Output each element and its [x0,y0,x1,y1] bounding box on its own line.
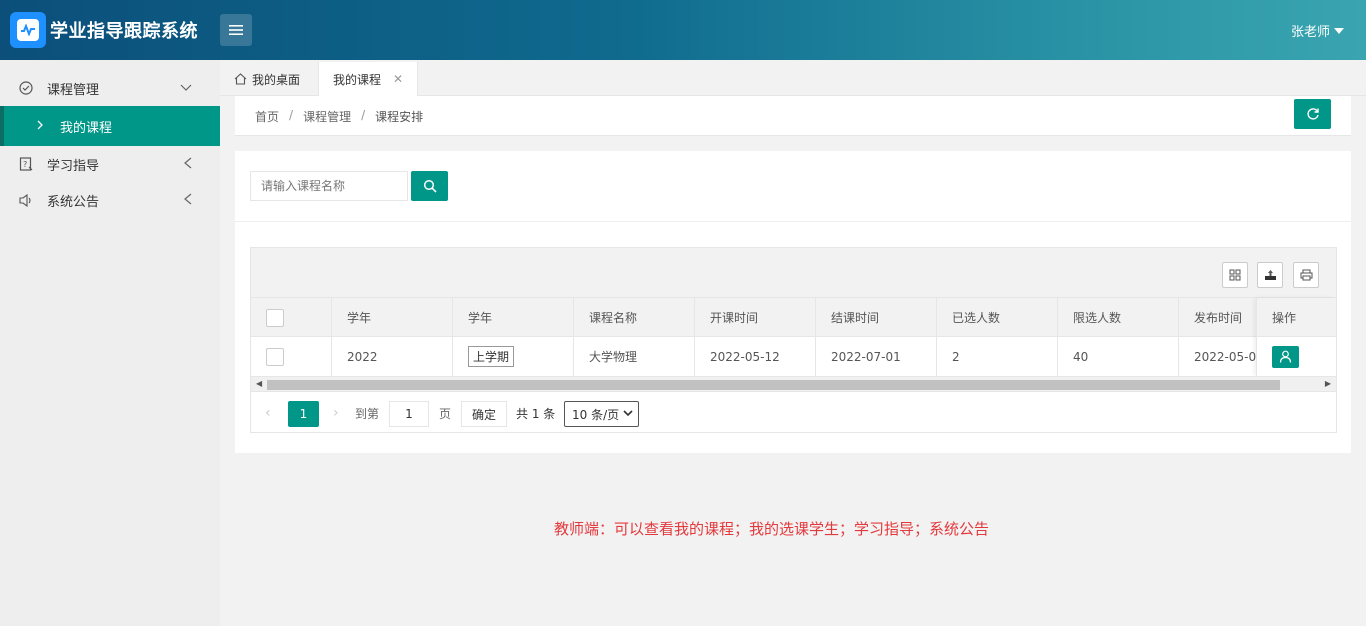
print-button[interactable] [1293,262,1319,288]
view-students-button[interactable] [1272,345,1299,368]
tab-label: 我的课程 [333,72,382,87]
page-size-select[interactable]: 10 条/页 [564,401,639,427]
active-indicator [0,106,4,146]
page-size-value: 10 条/页 [572,407,620,422]
home-icon [234,73,247,85]
user-name: 张老师 [1290,25,1330,40]
search-button[interactable] [411,171,448,201]
print-icon [1300,269,1312,281]
column-header[interactable]: 发布时间 [1179,298,1259,337]
sidebar-item-label: 我的课程 [60,120,113,136]
chevron-right-icon [37,119,44,133]
refresh-icon [1306,108,1319,120]
pulse-icon [17,19,39,41]
caret-down-icon [1334,27,1344,34]
cell-start-date: 2022-05-12 [695,337,816,376]
operation-cell [1257,337,1336,376]
columns-icon [1229,269,1241,281]
feature-note: 教师端：可以查看我的课程；我的选课学生；学习指导；系统公告 [554,520,990,538]
current-page[interactable]: 1 [288,401,319,427]
cell-course-name: 大学物理 [574,337,695,376]
tab-my-courses[interactable]: 我的课程 ✕ [318,62,419,96]
cell-selected-count: 2 [937,337,1058,376]
scroll-left-icon[interactable]: ◀ [256,379,262,388]
content-card: 学年 学年 课程名称 开课时间 结课时间 已选人数 限选人数 发布时间 2022… [235,151,1351,453]
check-circle-icon [18,80,34,96]
svg-text:?: ? [23,160,27,169]
hamburger-icon [229,25,243,35]
app-title: 学业指导跟踪系统 [50,21,198,42]
breadcrumb-bar: 首页 / 课程管理 / 课程安排 [235,96,1351,136]
column-header[interactable]: 已选人数 [937,298,1058,337]
scroll-thumb[interactable] [267,380,1280,390]
divider [235,221,1351,222]
term-badge: 上学期 [468,346,515,367]
next-page-icon[interactable]: › [333,405,339,421]
goto-label: 到第 [355,406,380,421]
pagination: ‹ 1 › 到第 页 确定 共 1 条 10 条/页 [251,394,1336,432]
column-header[interactable]: 学年 [332,298,453,337]
select-all-cell [251,298,332,337]
operation-column: 操作 [1256,298,1336,376]
user-menu[interactable]: 张老师 [1291,21,1344,40]
cell-publish-date: 2022-05-09 [1194,349,1259,364]
course-table: 学年 学年 课程名称 开课时间 结课时间 已选人数 限选人数 发布时间 2022… [250,247,1337,433]
sidebar: 课程管理 我的课程 ? 学习指导 系统公告 [0,60,220,626]
chevron-down-icon [623,409,633,420]
column-header[interactable]: 课程名称 [574,298,695,337]
column-header[interactable]: 限选人数 [1058,298,1179,337]
goto-confirm-button[interactable]: 确定 [461,401,507,427]
page-unit-label: 页 [439,406,452,421]
breadcrumb-course-management[interactable]: 课程管理 [303,108,351,125]
total-count: 共 1 条 [516,406,556,421]
export-button[interactable] [1257,262,1283,288]
search-icon [423,179,437,193]
user-icon [1279,350,1292,363]
cell-limit-count: 40 [1058,337,1179,376]
row-select-cell [251,337,332,376]
app-logo[interactable] [10,12,46,48]
table-row: 2022 上学期 大学物理 2022-05-12 2022-07-01 2 40… [251,337,1336,376]
sidebar-item-course-management[interactable]: 课程管理 [0,69,220,107]
speaker-icon [18,192,34,208]
column-header[interactable]: 开课时间 [695,298,816,337]
breadcrumb: 首页 / 课程管理 / 课程安排 [255,108,424,125]
select-all-checkbox[interactable] [266,308,284,327]
scroll-right-icon[interactable]: ▶ [1325,379,1331,388]
help-doc-icon: ? [18,156,34,172]
sidebar-item-label: 课程管理 [47,82,100,98]
chevron-left-icon [184,193,192,208]
table-header: 学年 学年 课程名称 开课时间 结课时间 已选人数 限选人数 发布时间 [251,298,1336,337]
sidebar-item-study-guidance[interactable]: ? 学习指导 [0,145,220,183]
breadcrumb-home[interactable]: 首页 [255,108,279,125]
breadcrumb-current: 课程安排 [375,110,424,124]
export-icon [1264,270,1276,280]
sidebar-item-my-courses[interactable]: 我的课程 [0,106,220,146]
sidebar-item-label: 系统公告 [47,194,100,210]
sidebar-item-label: 学习指导 [47,158,100,174]
goto-page-input[interactable] [389,401,429,427]
column-header[interactable]: 结课时间 [816,298,937,337]
cell-term: 上学期 [453,337,574,376]
cell-end-date: 2022-07-01 [816,337,937,376]
horizontal-scrollbar[interactable]: ◀ ▶ [251,376,1336,392]
cell-year: 2022 [332,337,453,376]
refresh-button[interactable] [1294,99,1331,129]
menu-toggle-button[interactable] [220,14,252,46]
table-toolbar [251,248,1336,298]
column-header[interactable]: 学年 [453,298,574,337]
row-checkbox[interactable] [266,347,284,366]
tab-label: 我的桌面 [252,72,301,87]
tab-bar: 我的桌面 我的课程 ✕ [220,60,1366,96]
tab-home[interactable]: 我的桌面 [220,62,314,96]
course-search-input[interactable] [250,171,408,201]
prev-page-icon[interactable]: ‹ [265,405,271,421]
chevron-left-icon [184,157,192,172]
chevron-down-icon [180,81,192,95]
column-header: 操作 [1257,298,1336,337]
column-filter-button[interactable] [1222,262,1248,288]
top-header: 学业指导跟踪系统 张老师 [0,0,1366,60]
close-icon[interactable]: ✕ [393,72,403,86]
sidebar-item-announcements[interactable]: 系统公告 [0,181,220,219]
